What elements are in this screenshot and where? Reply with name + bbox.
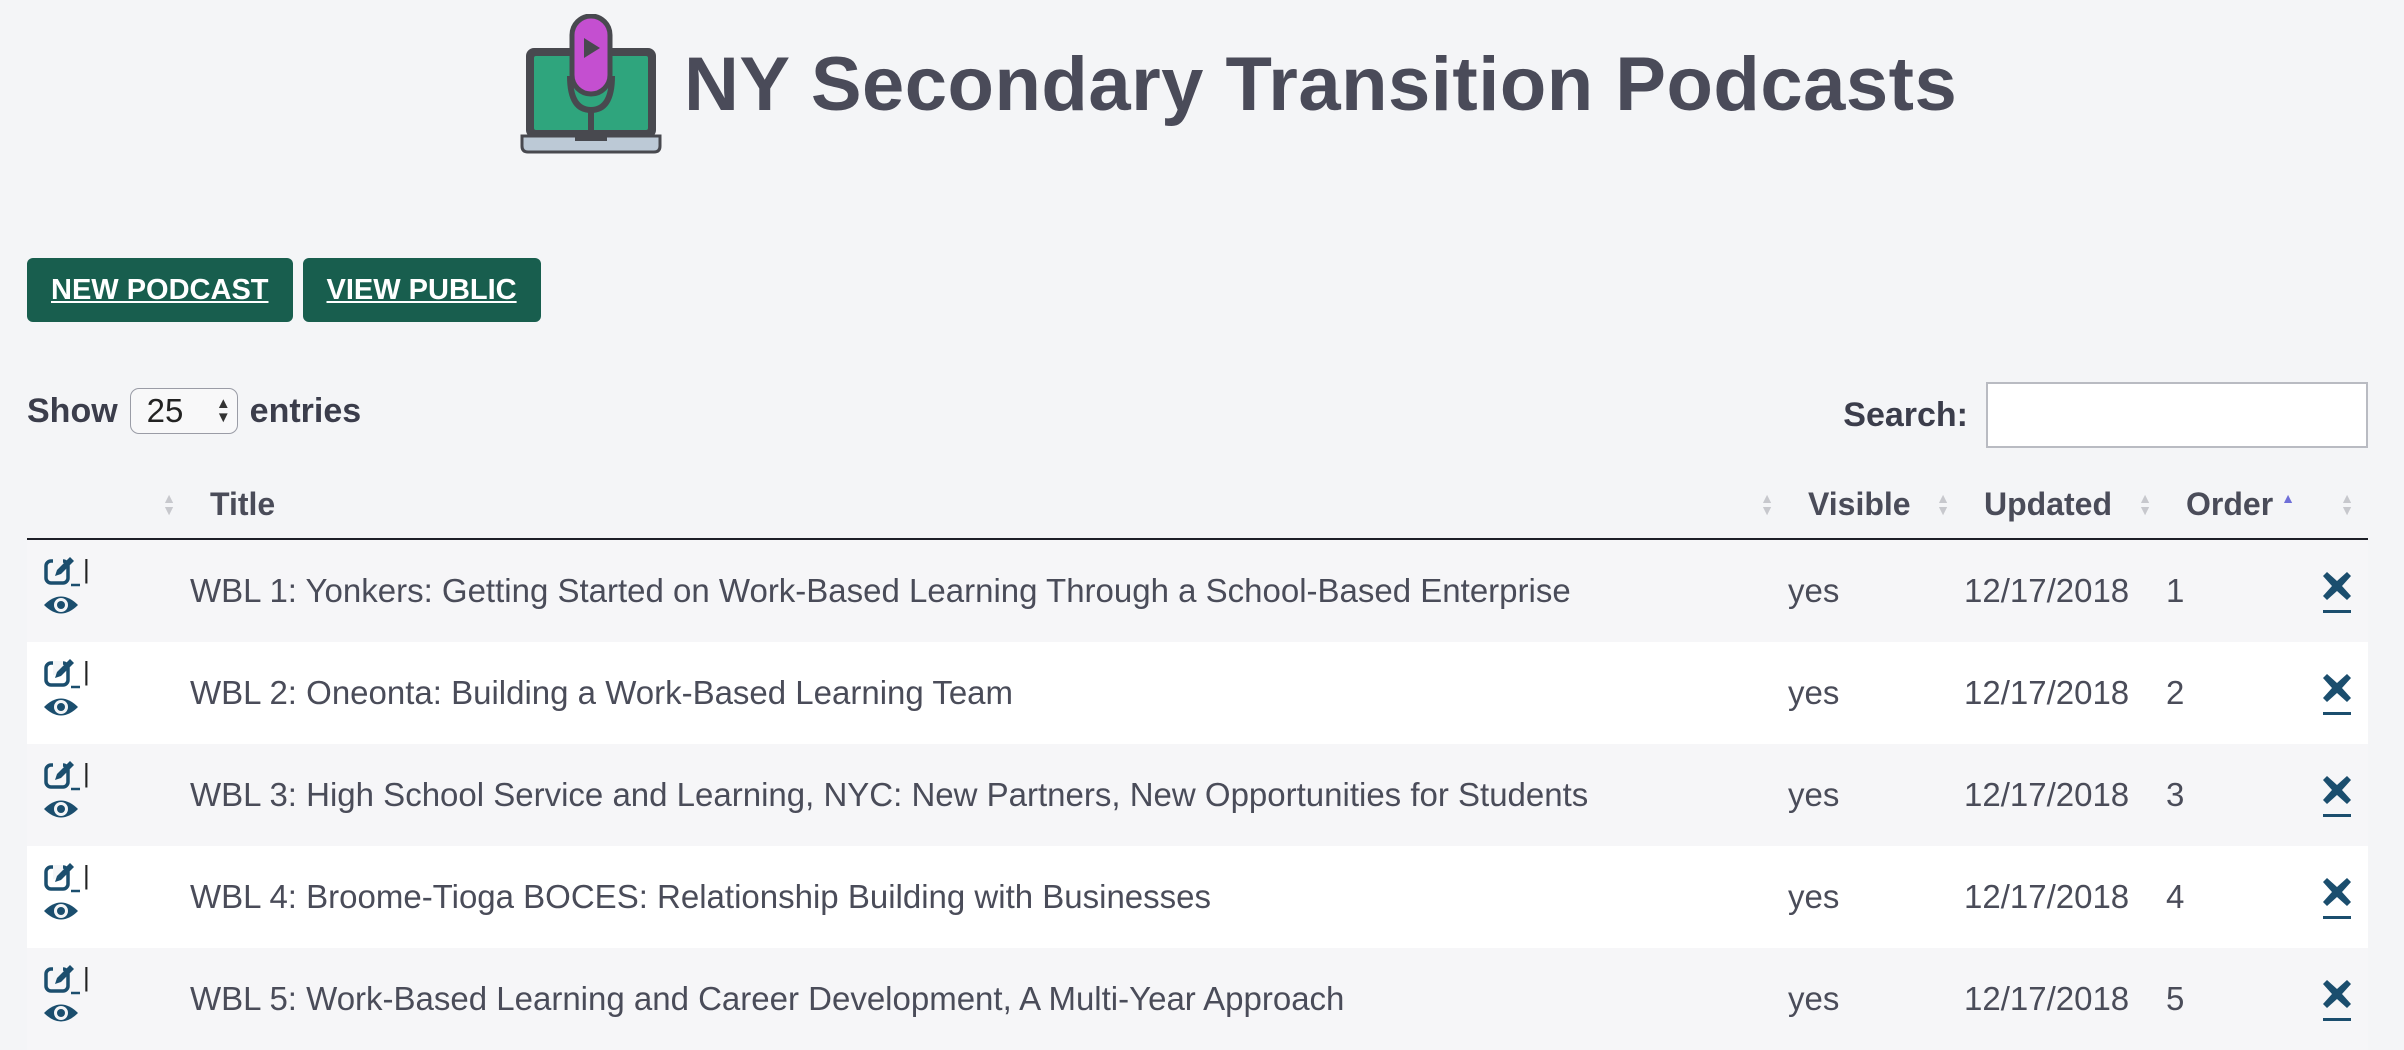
- sort-icon: ▲ ▼: [2340, 490, 2354, 518]
- row-updated: 12/17/2018: [1964, 878, 2130, 915]
- column-header-actions[interactable]: ▲ ▼: [27, 470, 190, 540]
- row-order: 2: [2166, 674, 2185, 711]
- table-row: | WBL 2: Oneonta: Building a Work-Based …: [27, 642, 2368, 744]
- delete-icon[interactable]: [2323, 672, 2351, 715]
- new-podcast-button[interactable]: NEW PODCAST: [27, 258, 293, 322]
- row-actions: |: [27, 846, 190, 948]
- row-title: WBL 5: Work-Based Learning and Career De…: [190, 980, 1345, 1017]
- search-control: Search:: [1843, 382, 2368, 448]
- toolbar: NEW PODCAST VIEW PUBLIC: [27, 258, 541, 322]
- column-header-updated[interactable]: Updated ▲ ▼: [1964, 470, 2166, 540]
- show-label: Show: [27, 391, 118, 430]
- entries-select-value: 25: [146, 392, 184, 429]
- podcasts-table: ▲▼ Title▲▼ Visible▲▼ Updated▲▼ Order▲▼ ▲…: [27, 470, 2368, 1050]
- table-row: | WBL 4: Broome-Tioga BOCES: Relationshi…: [27, 846, 2368, 948]
- table-header-row: ▲▼ Title▲▼ Visible▲▼ Updated▲▼ Order▲▼ ▲…: [27, 470, 2368, 540]
- row-delete: [2306, 744, 2368, 846]
- row-order: 1: [2166, 572, 2185, 609]
- page-title: NY Secondary Transition Podcasts: [684, 41, 1958, 127]
- row-delete: [2306, 539, 2368, 642]
- view-public-button[interactable]: VIEW PUBLIC: [302, 258, 541, 322]
- row-title: WBL 3: High School Service and Learning,…: [190, 776, 1589, 813]
- action-separator: |: [83, 758, 90, 788]
- table-row: | WBL 3: High School Service and Learnin…: [27, 744, 2368, 846]
- action-separator: |: [83, 656, 90, 686]
- row-updated: 12/17/2018: [1964, 776, 2130, 813]
- select-arrows-icon: ▲ ▼: [215, 395, 231, 426]
- podcast-laptop-icon: [520, 14, 662, 154]
- eye-icon[interactable]: [43, 690, 79, 728]
- row-title: WBL 4: Broome-Tioga BOCES: Relationship …: [190, 878, 1212, 915]
- row-order: 3: [2166, 776, 2185, 813]
- delete-icon[interactable]: [2323, 570, 2351, 613]
- column-header-visible[interactable]: Visible ▲ ▼: [1788, 470, 1964, 540]
- delete-icon[interactable]: [2323, 876, 2351, 919]
- row-visible: yes: [1788, 878, 1840, 915]
- entries-length-control: Show 25 ▲ ▼ entries: [27, 386, 361, 436]
- column-header-title[interactable]: Title ▲ ▼: [190, 470, 1788, 540]
- eye-icon[interactable]: [43, 792, 79, 830]
- row-visible: yes: [1788, 572, 1840, 609]
- page-header: NY Secondary Transition Podcasts: [520, 14, 1957, 154]
- row-visible: yes: [1788, 674, 1840, 711]
- row-order: 4: [2166, 878, 2185, 915]
- action-separator: |: [83, 554, 90, 584]
- eye-icon[interactable]: [43, 996, 79, 1034]
- sort-icon: ▲ ▼: [1760, 490, 1774, 518]
- search-label: Search:: [1843, 395, 1968, 434]
- column-header-order[interactable]: Order▲▼: [2166, 470, 2306, 540]
- row-actions: |: [27, 744, 190, 846]
- table-row: | WBL 5: Work-Based Learning and Career …: [27, 948, 2368, 1050]
- search-input[interactable]: [1986, 382, 2368, 448]
- sort-icon: ▲ ▼: [2138, 490, 2152, 518]
- row-updated: 12/17/2018: [1964, 572, 2130, 609]
- row-visible: yes: [1788, 980, 1840, 1017]
- entries-select[interactable]: 25 ▲ ▼: [129, 388, 238, 434]
- row-actions: |: [27, 539, 190, 642]
- action-separator: |: [83, 860, 90, 890]
- table-row: | WBL 1: Yonkers: Getting Started on Wor…: [27, 539, 2368, 642]
- sort-icon: ▲ ▼: [162, 490, 176, 518]
- delete-icon[interactable]: [2323, 774, 2351, 817]
- row-visible: yes: [1788, 776, 1840, 813]
- sort-asc-icon: ▲▼: [2281, 490, 2295, 506]
- entries-label: entries: [249, 391, 362, 430]
- row-actions: |: [27, 642, 190, 744]
- row-delete: [2306, 642, 2368, 744]
- action-separator: |: [83, 962, 90, 992]
- row-delete: [2306, 846, 2368, 948]
- row-delete: [2306, 948, 2368, 1050]
- row-updated: 12/17/2018: [1964, 674, 2130, 711]
- delete-icon[interactable]: [2323, 978, 2351, 1021]
- row-actions: |: [27, 948, 190, 1050]
- row-order: 5: [2166, 980, 2185, 1017]
- eye-icon[interactable]: [43, 588, 79, 626]
- sort-icon: ▲ ▼: [1936, 490, 1950, 518]
- row-title: WBL 2: Oneonta: Building a Work-Based Le…: [190, 674, 1014, 711]
- column-header-delete[interactable]: ▲ ▼: [2306, 470, 2368, 540]
- row-updated: 12/17/2018: [1964, 980, 2130, 1017]
- eye-icon[interactable]: [43, 894, 79, 932]
- row-title: WBL 1: Yonkers: Getting Started on Work-…: [190, 572, 1571, 609]
